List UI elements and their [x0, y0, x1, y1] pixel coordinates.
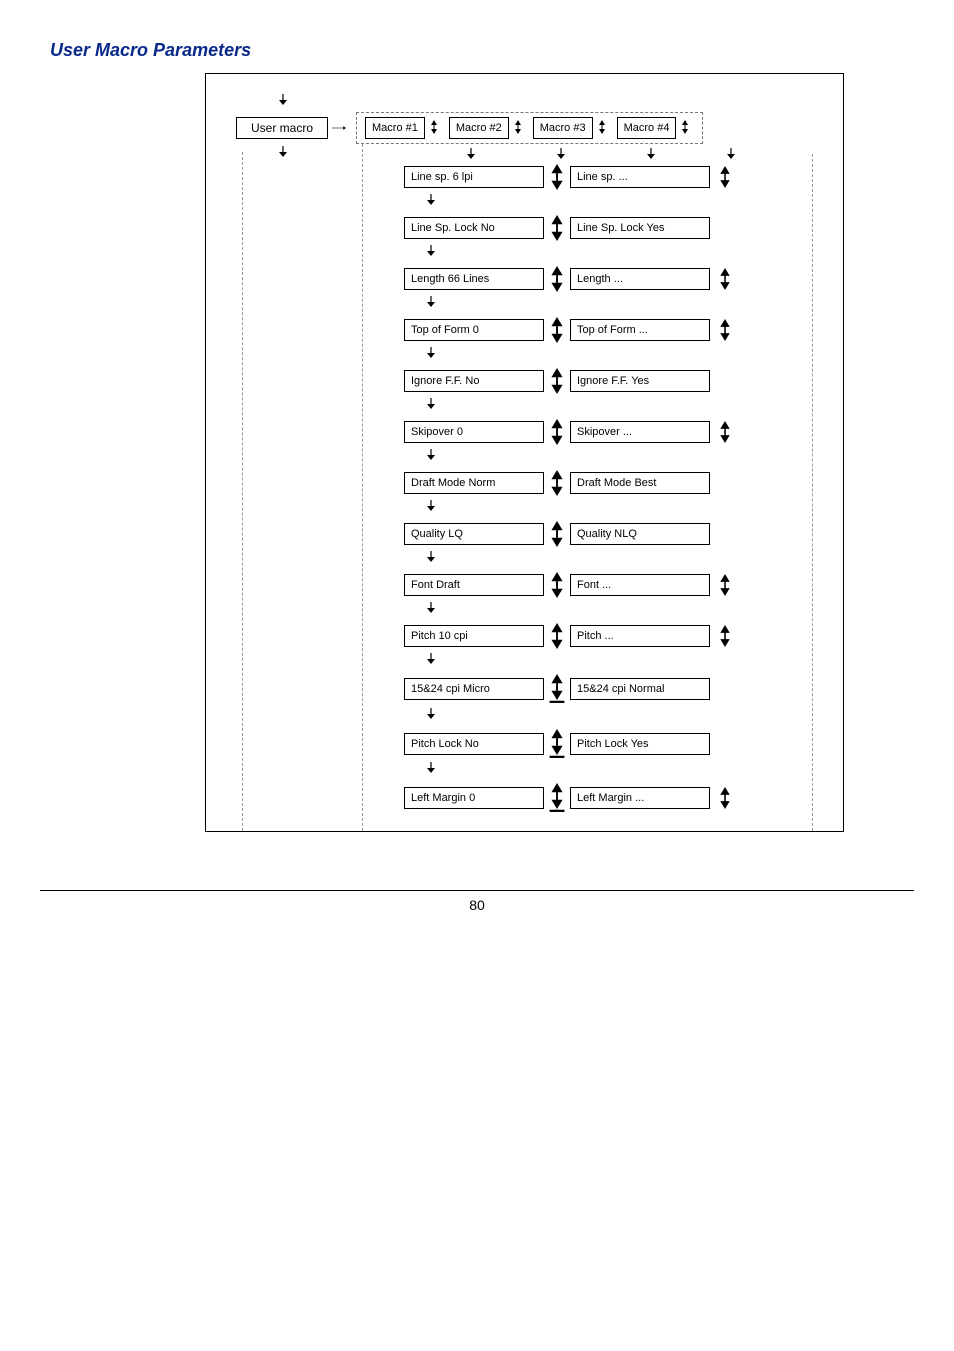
- param-right: Length ...: [570, 268, 710, 290]
- vertical-dashed-guide-right: [812, 154, 813, 831]
- updown-icon: [544, 164, 570, 190]
- param-left: Left Margin 0: [404, 787, 544, 809]
- parameter-rows: Line sp. 6 lpi Line sp. ... Line Sp. Lock …: [404, 164, 813, 813]
- param-left: Line Sp. Lock No: [404, 217, 544, 239]
- param-left: Pitch 10 cpi: [404, 625, 544, 647]
- updown-icon: [544, 368, 570, 394]
- param-row: Skipover 0 Skipover ...: [404, 419, 813, 445]
- param-row: Top of Form 0 Top of Form ...: [404, 317, 813, 343]
- updown-icon: [714, 319, 736, 341]
- param-right: Skipover ...: [570, 421, 710, 443]
- updown-icon: [678, 120, 694, 136]
- updown-icon: [544, 215, 570, 241]
- down-arrow-icon: [424, 651, 813, 670]
- updown-icon: [511, 120, 527, 136]
- updown-icon: [544, 623, 570, 649]
- user-macro-row: User macro Macro #1 Macro #2: [236, 112, 813, 144]
- down-arrow-icon: [424, 760, 813, 779]
- param-row: Quality LQ Quality NLQ: [404, 521, 813, 547]
- down-arrow-icon: [424, 447, 813, 466]
- diagram-container: User macro Macro #1 Macro #2: [205, 73, 844, 832]
- param-right: Line Sp. Lock Yes: [570, 217, 710, 239]
- param-row: Line sp. 6 lpi Line sp. ...: [404, 164, 813, 190]
- down-arrow-icon: [424, 243, 813, 262]
- vertical-dashed-guide-left: [362, 144, 363, 831]
- down-arrow-icon: [724, 148, 738, 160]
- param-row: Font Draft Font ...: [404, 572, 813, 598]
- updown-icon: [544, 783, 570, 813]
- down-arrow-icon: [554, 148, 568, 160]
- param-right: Line sp. ...: [570, 166, 710, 188]
- down-arrow-icon: [424, 498, 813, 517]
- param-row: Length 66 Lines Length ...: [404, 266, 813, 292]
- down-arrow-icon: [424, 600, 813, 619]
- updown-icon: [544, 470, 570, 496]
- updown-icon: [714, 574, 736, 596]
- macro-tab-4: Macro #4: [617, 117, 677, 139]
- section-title: User Macro Parameters: [50, 40, 904, 61]
- param-left: Font Draft: [404, 574, 544, 596]
- updown-icon: [714, 166, 736, 188]
- param-left: Quality LQ: [404, 523, 544, 545]
- param-right: Draft Mode Best: [570, 472, 710, 494]
- param-row: Left Margin 0 Left Margin ...: [404, 783, 813, 813]
- down-arrow-icon: [276, 146, 290, 158]
- param-right: Pitch ...: [570, 625, 710, 647]
- down-arrow-icon: [424, 396, 813, 415]
- param-left: Length 66 Lines: [404, 268, 544, 290]
- param-left: Line sp. 6 lpi: [404, 166, 544, 188]
- updown-icon: [544, 317, 570, 343]
- updown-icon: [714, 625, 736, 647]
- updown-icon: [714, 268, 736, 290]
- down-arrow-icon: [424, 706, 813, 725]
- updown-icon: [544, 266, 570, 292]
- macro-tab-2: Macro #2: [449, 117, 509, 139]
- down-arrow-icon: [424, 549, 813, 568]
- param-right: 15&24 cpi Normal: [570, 678, 710, 700]
- updown-icon: [595, 120, 611, 136]
- param-row: Pitch 10 cpi Pitch ...: [404, 623, 813, 649]
- param-row: Draft Mode Norm Draft Mode Best: [404, 470, 813, 496]
- right-arrow-icon: [332, 122, 346, 134]
- param-right: Ignore F.F. Yes: [570, 370, 710, 392]
- param-row: Pitch Lock No Pitch Lock Yes: [404, 729, 813, 759]
- updown-icon: [427, 120, 443, 136]
- macro-tab-3: Macro #3: [533, 117, 593, 139]
- param-left: Pitch Lock No: [404, 733, 544, 755]
- param-left: Ignore F.F. No: [404, 370, 544, 392]
- page-number: 80: [469, 897, 485, 913]
- param-row: Ignore F.F. No Ignore F.F. Yes: [404, 368, 813, 394]
- macro-tab-1: Macro #1: [365, 117, 425, 139]
- down-arrow-icon: [424, 294, 813, 313]
- updown-icon: [544, 674, 570, 704]
- updown-icon: [544, 729, 570, 759]
- param-right: Font ...: [570, 574, 710, 596]
- param-row: Line Sp. Lock No Line Sp. Lock Yes: [404, 215, 813, 241]
- updown-icon: [544, 572, 570, 598]
- param-row: 15&24 cpi Micro 15&24 cpi Normal: [404, 674, 813, 704]
- param-right: Pitch Lock Yes: [570, 733, 710, 755]
- updown-icon: [544, 419, 570, 445]
- vertical-dashed-guide-user: [242, 152, 243, 831]
- down-arrow-icon: [424, 192, 813, 211]
- param-left: Skipover 0: [404, 421, 544, 443]
- down-arrow-icon: [644, 148, 658, 160]
- param-right: Top of Form ...: [570, 319, 710, 341]
- param-left: Top of Form 0: [404, 319, 544, 341]
- updown-icon: [544, 521, 570, 547]
- param-left: Draft Mode Norm: [404, 472, 544, 494]
- down-arrow-icon: [276, 94, 290, 106]
- down-arrow-icon: [464, 148, 478, 160]
- down-arrow-icon: [424, 345, 813, 364]
- updown-icon: [714, 421, 736, 443]
- updown-icon: [714, 787, 736, 809]
- macro-tabs-group: Macro #1 Macro #2 Macro #3: [356, 112, 703, 144]
- param-left: 15&24 cpi Micro: [404, 678, 544, 700]
- param-right: Left Margin ...: [570, 787, 710, 809]
- param-right: Quality NLQ: [570, 523, 710, 545]
- user-macro-cell: User macro: [236, 117, 328, 139]
